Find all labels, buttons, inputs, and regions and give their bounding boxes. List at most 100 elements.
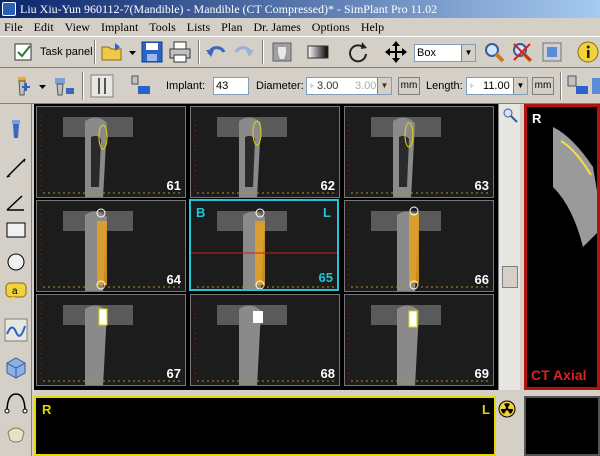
undo-icon[interactable] <box>204 40 228 64</box>
implant-number-input[interactable]: 43 <box>213 77 249 95</box>
zoom-reset-icon[interactable] <box>510 40 534 64</box>
implant-library-icon[interactable] <box>566 74 590 98</box>
length-value: 11.00 <box>483 80 510 92</box>
diameter-unit: mm <box>398 77 420 95</box>
annotation-icon[interactable]: a <box>4 280 28 304</box>
search-icon[interactable] <box>501 106 519 124</box>
menu-view[interactable]: View <box>61 18 94 36</box>
implant-number-value: 43 <box>216 80 229 92</box>
view-mode-select[interactable]: Box ▼ <box>414 44 476 62</box>
menu-edit[interactable]: Edit <box>30 18 58 36</box>
panoramic-orientation-left: L <box>482 402 490 417</box>
main-toolbar: Task panel Box ▼ <box>0 36 600 68</box>
chevron-down-icon[interactable]: ▼ <box>461 45 475 61</box>
scrollbar-thumb[interactable] <box>502 266 518 288</box>
print-icon[interactable] <box>168 40 192 64</box>
left-toolbar: a <box>0 104 32 456</box>
menu-bar: File Edit View Implant Tools Lists Plan … <box>0 18 600 36</box>
diameter-label: Diameter: <box>256 80 304 92</box>
implant-properties-icon[interactable] <box>128 74 152 98</box>
spinner-icon: ÷ <box>309 81 314 91</box>
menu-file[interactable]: File <box>0 18 27 36</box>
title-bar: Liu Xiu-Yun 960112-7(Mandible) - Mandibl… <box>0 0 600 18</box>
tooth-model-icon[interactable] <box>4 422 28 446</box>
parallel-icon[interactable] <box>90 74 114 98</box>
curve-tool-icon[interactable] <box>4 318 28 342</box>
rectangle-tool-icon[interactable] <box>4 218 28 242</box>
open-folder-icon[interactable] <box>100 40 124 64</box>
toolbar-separator <box>198 40 200 64</box>
app-icon[interactable] <box>2 2 16 16</box>
task-panel-label[interactable]: Task panel <box>40 43 93 61</box>
slice-view-65[interactable]: B L 65 <box>189 199 339 291</box>
slice-number: 63 <box>474 178 489 193</box>
toolbar-separator <box>262 40 264 64</box>
open-dropdown-icon[interactable] <box>128 40 138 64</box>
menu-plan[interactable]: Plan <box>217 18 246 36</box>
slice-view-61[interactable]: 61 <box>36 106 186 198</box>
slice-view-68[interactable]: 68 <box>190 294 340 386</box>
radiation-icon[interactable] <box>498 400 516 418</box>
abutment-icon[interactable] <box>52 74 76 98</box>
menu-lists[interactable]: Lists <box>183 18 214 36</box>
save-icon[interactable] <box>140 40 164 64</box>
implant-tool-icon[interactable] <box>4 118 28 142</box>
diameter-select[interactable]: ÷ 3.00 3.00 ▼ <box>306 77 392 95</box>
secondary-view[interactable] <box>524 396 600 456</box>
tooth-tool-icon[interactable] <box>270 40 294 64</box>
rotate-icon[interactable] <box>346 40 370 64</box>
menu-dr-james[interactable]: Dr. James <box>249 18 304 36</box>
chevron-down-icon[interactable]: ▼ <box>377 78 391 94</box>
axial-view[interactable]: R CT Axial <box>524 104 600 390</box>
length-select[interactable]: ÷ 11.00 ▼ <box>466 77 528 95</box>
implant-toolbar: Implant: 43 Diameter: ÷ 3.00 3.00 ▼ mm L… <box>0 68 600 104</box>
menu-tools[interactable]: Tools <box>145 18 180 36</box>
toolbar-icon[interactable] <box>540 40 564 64</box>
slice-view-63[interactable]: 63 <box>344 106 494 198</box>
slice-number: 69 <box>474 366 489 381</box>
svg-text:a: a <box>12 286 18 297</box>
task-panel-icon[interactable] <box>12 40 36 64</box>
slice-view-64[interactable]: 64 <box>36 200 186 292</box>
orientation-lingual: L <box>323 205 331 220</box>
line-measure-icon[interactable] <box>4 156 28 180</box>
slice-number: 62 <box>320 178 335 193</box>
menu-options[interactable]: Options <box>308 18 354 36</box>
info-icon[interactable] <box>576 40 600 64</box>
zoom-icon[interactable] <box>482 40 506 64</box>
menu-help[interactable]: Help <box>357 18 388 36</box>
implant-label: Implant: <box>166 80 206 92</box>
angle-measure-icon[interactable] <box>4 190 28 214</box>
ct-slice-image <box>345 295 493 385</box>
slice-view-69[interactable]: 69 <box>344 294 494 386</box>
chevron-down-icon[interactable]: ▼ <box>513 78 527 94</box>
panoramic-view[interactable]: R L <box>34 396 496 456</box>
slice-number: 66 <box>474 272 489 287</box>
panoramic-orientation-right: R <box>42 402 52 417</box>
slice-number: 65 <box>318 270 333 285</box>
move-icon[interactable] <box>384 40 408 64</box>
implant-add-icon[interactable] <box>10 74 34 98</box>
view-mode-value: Box <box>417 47 436 59</box>
slice-scrollbar[interactable] <box>498 104 520 390</box>
menu-implant[interactable]: Implant <box>97 18 142 36</box>
toolbar-separator <box>560 72 562 100</box>
implant-dropdown-icon[interactable] <box>38 74 48 98</box>
axial-image <box>527 107 597 387</box>
diameter-alt-value: 3.00 <box>355 80 377 92</box>
slice-number: 64 <box>166 272 181 287</box>
slice-view-67[interactable]: 67 <box>36 294 186 386</box>
orientation-buccal: B <box>196 205 206 220</box>
more-tools-icon[interactable] <box>590 74 600 98</box>
ellipse-tool-icon[interactable] <box>4 250 28 274</box>
slice-view-62[interactable]: 62 <box>190 106 340 198</box>
slice-view-66[interactable]: 66 <box>344 200 494 292</box>
nerve-tool-icon[interactable] <box>4 390 28 414</box>
redo-icon[interactable] <box>232 40 256 64</box>
ct-slice-image <box>345 201 493 291</box>
axial-orientation: R <box>532 111 542 126</box>
length-unit: mm <box>532 77 554 95</box>
ct-slice-image <box>37 107 185 197</box>
cube-3d-icon[interactable] <box>4 356 28 380</box>
gradient-tool-icon[interactable] <box>306 40 330 64</box>
